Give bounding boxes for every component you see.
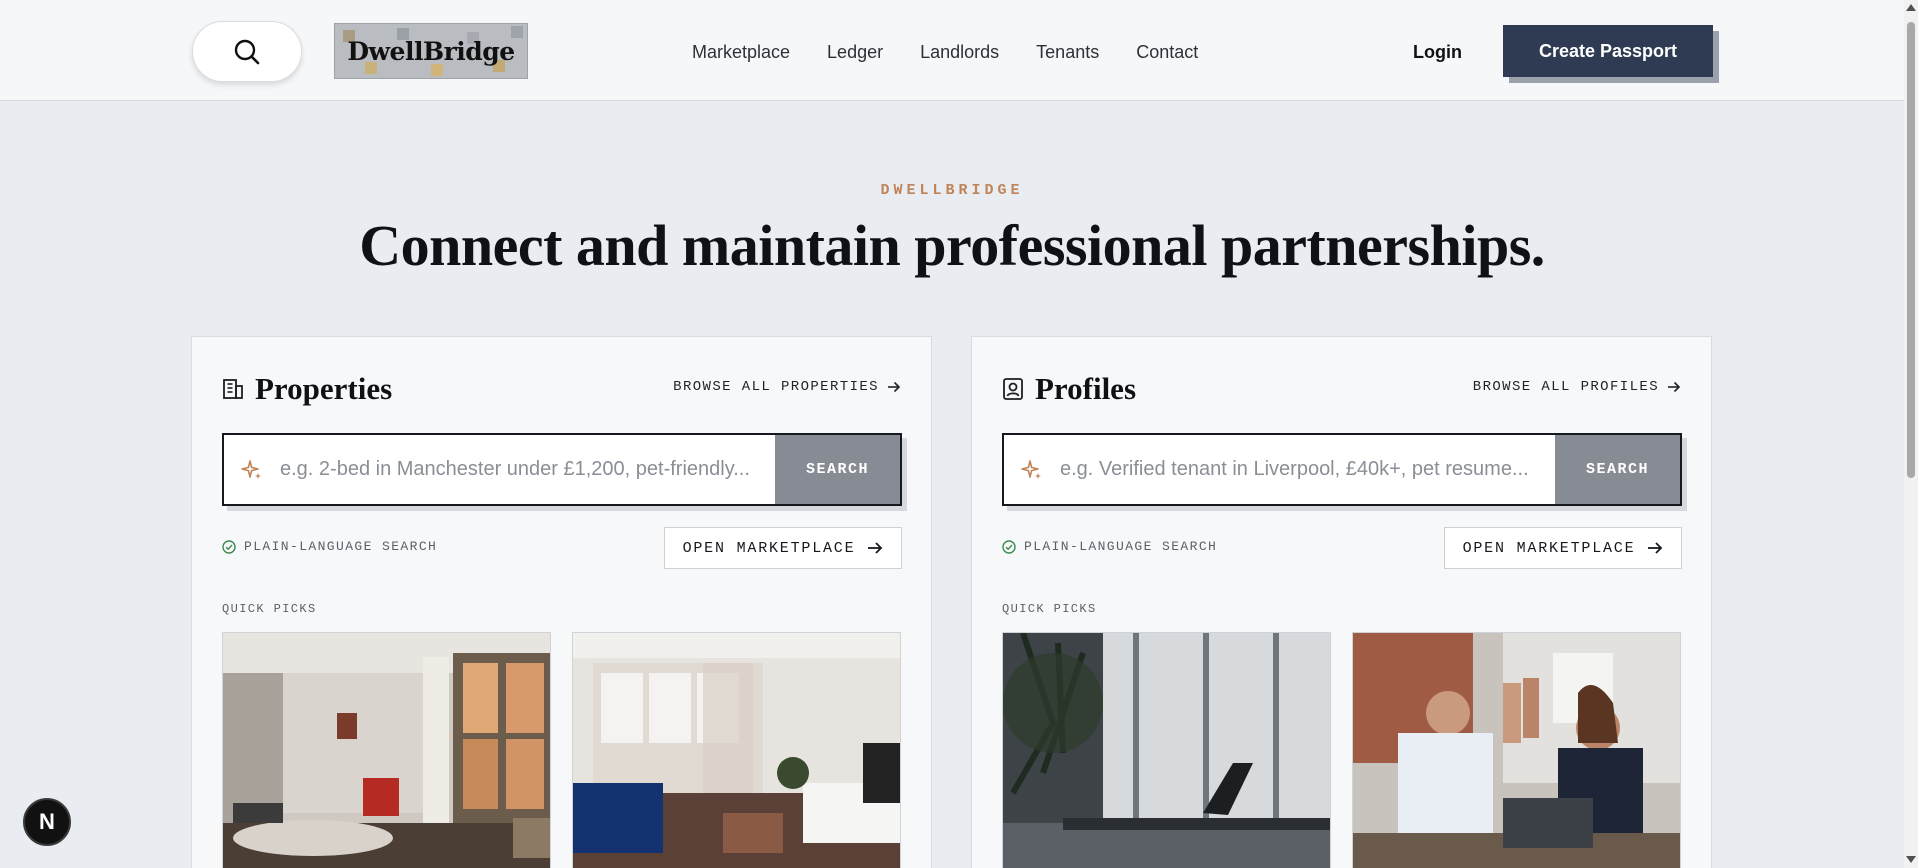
login-link[interactable]: Login (1413, 40, 1462, 64)
scroll-down-icon[interactable] (1906, 856, 1916, 863)
check-circle-icon (1002, 539, 1016, 554)
profile-photo-high-five[interactable] (1352, 632, 1681, 868)
properties-search-input[interactable]: e.g. 2-bed in Manchester under £1,200, p… (280, 435, 775, 504)
nav-contact[interactable]: Contact (1136, 40, 1198, 64)
search-icon (234, 39, 260, 64)
profiles-card: Profiles BROWSE ALL PROFILES e.g. Verifi… (971, 336, 1712, 868)
building-icon (223, 379, 243, 399)
profiles-search-input[interactable]: e.g. Verified tenant in Liverpool, £40k+… (1060, 435, 1555, 504)
plain-language-label: PLAIN-LANGUAGE SEARCH (244, 539, 438, 554)
check-circle-icon (222, 539, 236, 554)
properties-title: Properties (255, 371, 393, 406)
logo-text: DwellBridge (347, 36, 515, 66)
properties-plain-language-note: PLAIN-LANGUAGE SEARCH (222, 539, 437, 554)
browse-all-properties-link[interactable]: BROWSE ALL PROPERTIES (673, 379, 901, 395)
property-photo-living-room[interactable] (222, 632, 551, 868)
properties-heading: Properties (221, 371, 392, 407)
profiles-open-marketplace-button[interactable]: OPEN MARKETPLACE (1444, 527, 1682, 569)
profiles-quick-picks-label: QUICK PICKS (1002, 602, 1097, 616)
browse-properties-label: BROWSE ALL PROPERTIES (673, 379, 879, 395)
profile-card-icon (1003, 378, 1023, 400)
open-marketplace-label: OPEN MARKETPLACE (1462, 539, 1636, 557)
arrow-right-icon (888, 381, 901, 393)
properties-card: Properties BROWSE ALL PROPERTIES e.g. 2-… (191, 336, 932, 868)
properties-quick-picks-label: QUICK PICKS (222, 602, 317, 616)
property-photo-lounge[interactable] (572, 632, 901, 868)
dev-tools-badge[interactable]: N (23, 798, 71, 846)
profiles-title: Profiles (1035, 371, 1137, 406)
sparkle-icon (224, 435, 280, 504)
scroll-up-icon[interactable] (1906, 4, 1916, 11)
profiles-plain-language-note: PLAIN-LANGUAGE SEARCH (1002, 539, 1217, 554)
sparkle-icon (1004, 435, 1060, 504)
open-marketplace-label: OPEN MARKETPLACE (682, 539, 856, 557)
arrow-right-icon (1648, 542, 1663, 554)
nav-marketplace[interactable]: Marketplace (692, 40, 790, 64)
create-passport-button[interactable]: Create Passport (1503, 25, 1713, 77)
hero-title: Connect and maintain professional partne… (359, 213, 1545, 278)
site-header: DwellBridge Marketplace Ledger Landlords… (0, 0, 1904, 101)
profiles-search-button[interactable]: SEARCH (1555, 435, 1680, 504)
scrollbar-thumb[interactable] (1907, 22, 1915, 478)
properties-search-button[interactable]: SEARCH (775, 435, 900, 504)
properties-search-box: e.g. 2-bed in Manchester under £1,200, p… (222, 433, 902, 506)
plain-language-label: PLAIN-LANGUAGE SEARCH (1024, 539, 1218, 554)
page-scrollbar[interactable] (1904, 0, 1918, 868)
site-logo[interactable]: DwellBridge (334, 23, 528, 79)
main-nav: Marketplace Ledger Landlords Tenants Con… (692, 40, 1235, 64)
profile-photo-office[interactable] (1002, 632, 1331, 868)
search-button[interactable] (192, 21, 302, 82)
hero-eyebrow: DWELLBRIDGE (880, 182, 1024, 199)
nav-ledger[interactable]: Ledger (827, 40, 883, 64)
properties-open-marketplace-button[interactable]: OPEN MARKETPLACE (664, 527, 902, 569)
browse-all-profiles-link[interactable]: BROWSE ALL PROFILES (1473, 379, 1681, 395)
nav-landlords[interactable]: Landlords (920, 40, 999, 64)
nav-tenants[interactable]: Tenants (1036, 40, 1099, 64)
browse-profiles-label: BROWSE ALL PROFILES (1472, 379, 1659, 395)
arrow-right-icon (1668, 381, 1681, 393)
arrow-right-icon (868, 542, 883, 554)
profiles-heading: Profiles (1001, 371, 1136, 407)
profiles-search-box: e.g. Verified tenant in Liverpool, £40k+… (1002, 433, 1682, 506)
